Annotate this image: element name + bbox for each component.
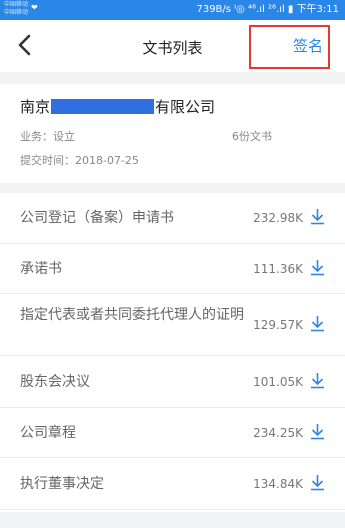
bottom-spacer [0, 512, 345, 528]
carrier-info: 中国移动 中国移动 [4, 1, 28, 17]
highlight-box [249, 25, 330, 69]
status-bar: 中国移动 中国移动 ❤ 739B/s ᑊ◎ ⁴⁶.ıl ²⁶.ıl ▮ 下午3:… [0, 0, 345, 20]
document-row[interactable]: 公司章程 234.25K [0, 408, 345, 458]
document-name: 股东会决议 [20, 374, 90, 390]
document-row[interactable]: 承诺书 111.36K [0, 244, 345, 294]
document-row[interactable]: 指定代表或者共同委托代理人的证明 129.57K [0, 294, 345, 356]
download-icon[interactable] [310, 315, 325, 332]
document-name: 承诺书 [20, 261, 62, 277]
download-icon[interactable] [310, 372, 325, 389]
document-size: 101.05K [253, 375, 303, 389]
company-name: 南京 有限公司 [20, 96, 215, 117]
company-card: 南京 有限公司 业务：设立 6份文书 提交时间：2018-07-25 [0, 84, 345, 183]
document-size: 129.57K [253, 318, 303, 332]
section-divider [0, 72, 345, 84]
download-icon[interactable] [310, 259, 325, 276]
carrier-line-1: 中国移动 [4, 1, 29, 8]
document-row[interactable]: 执行董事决定 134.84K [0, 458, 345, 510]
download-icon[interactable] [310, 423, 325, 440]
download-icon[interactable] [310, 474, 325, 491]
document-size: 234.25K [253, 426, 303, 440]
document-name: 指定代表或者共同委托代理人的证明 [20, 307, 244, 323]
document-name: 公司登记（备案）申请书 [20, 210, 174, 226]
company-name-prefix: 南京 [20, 98, 51, 116]
business-type: 业务：设立 [20, 130, 75, 143]
document-size: 232.98K [253, 211, 303, 225]
document-list: 公司登记（备案）申请书 232.98K 承诺书 111.36K 指定代表或者共同… [0, 193, 345, 510]
document-size: 134.84K [253, 477, 303, 491]
carrier-line-2: 中国移动 [4, 9, 29, 16]
redaction-block [51, 99, 155, 114]
document-row[interactable]: 股东会决议 101.05K [0, 356, 345, 408]
download-icon[interactable] [310, 208, 325, 225]
document-name: 公司章程 [20, 425, 76, 441]
section-divider [0, 183, 345, 193]
document-size: 111.36K [253, 262, 303, 276]
company-name-suffix: 有限公司 [155, 98, 216, 116]
status-indicators: 739B/s ᑊ◎ ⁴⁶.ıl ²⁶.ıl ▮ 下午3:11 [196, 4, 339, 15]
document-row[interactable]: 公司登记（备案）申请书 232.98K [0, 193, 345, 244]
document-name: 执行董事决定 [20, 476, 104, 492]
heart-icon: ❤ [31, 3, 38, 12]
document-count: 6份文书 [232, 130, 272, 143]
submit-time: 提交时间：2018-07-25 [20, 154, 139, 167]
